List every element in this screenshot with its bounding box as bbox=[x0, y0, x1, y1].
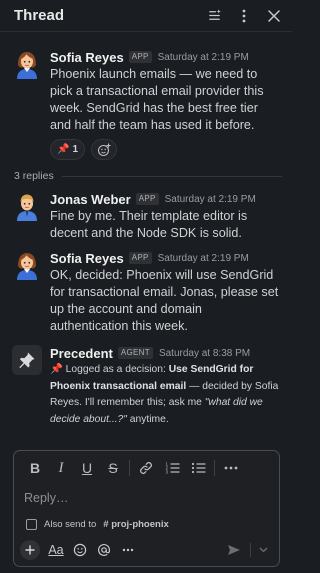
link-icon[interactable] bbox=[133, 456, 159, 480]
app-badge: APP bbox=[128, 252, 152, 264]
filter-icon[interactable] bbox=[206, 8, 222, 24]
message-text: Phoenix launch emails — we need to pick … bbox=[50, 67, 264, 132]
message-precedent: Precedent AGENT Saturday at 8:38 PM 📌 Lo… bbox=[12, 345, 282, 428]
woman-avatar-icon bbox=[17, 52, 37, 79]
emoji-icon[interactable] bbox=[68, 539, 92, 561]
timestamp[interactable]: Saturday at 2:19 PM bbox=[165, 194, 256, 205]
mention-icon[interactable] bbox=[92, 539, 116, 561]
message-jonas: Jonas Weber APP Saturday at 2:19 PM Fine… bbox=[12, 191, 282, 242]
italic-icon[interactable]: I bbox=[48, 456, 74, 480]
thread-title: Thread bbox=[14, 7, 65, 24]
decision-prefix: 📌 Logged as a decision: bbox=[50, 364, 169, 375]
avatar[interactable] bbox=[12, 345, 42, 375]
send-icon[interactable] bbox=[222, 539, 246, 561]
also-send-checkbox[interactable] bbox=[26, 519, 37, 530]
more-vertical-icon[interactable] bbox=[236, 8, 252, 24]
header-actions bbox=[206, 8, 282, 24]
underline-icon[interactable]: U bbox=[74, 456, 100, 480]
timestamp[interactable]: Saturday at 8:38 PM bbox=[159, 348, 250, 359]
reactions: 📌 1 bbox=[50, 139, 282, 160]
formatting-toolbar: B I U S 123 bbox=[14, 451, 279, 485]
add-reaction-button[interactable] bbox=[91, 139, 118, 160]
toolbar-divider bbox=[214, 460, 215, 476]
composer-actions: Aa bbox=[20, 538, 271, 562]
author-name[interactable]: Sofia Reyes bbox=[50, 251, 124, 266]
timestamp[interactable]: Saturday at 2:19 PM bbox=[158, 52, 249, 63]
author-name[interactable]: Jonas Weber bbox=[50, 192, 131, 207]
channel-name: # proj-phoenix bbox=[103, 519, 169, 530]
bulleted-list-icon[interactable] bbox=[185, 456, 211, 480]
app-badge: APP bbox=[128, 51, 152, 63]
chevron-down-icon[interactable] bbox=[255, 539, 271, 561]
pushpin-icon bbox=[19, 352, 35, 369]
more-horizontal-icon[interactable] bbox=[218, 456, 244, 480]
replies-divider: 3 replies bbox=[14, 170, 282, 182]
reaction-count: 1 bbox=[72, 144, 79, 155]
replies-count: 3 replies bbox=[14, 170, 54, 182]
message-sofia-1: Sofia Reyes APP Saturday at 2:19 PM Phoe… bbox=[12, 49, 282, 160]
strikethrough-icon[interactable]: S bbox=[100, 456, 126, 480]
message-sofia-2: Sofia Reyes APP Saturday at 2:19 PM OK, … bbox=[12, 250, 282, 335]
agent-badge: AGENT bbox=[117, 347, 153, 359]
avatar[interactable] bbox=[12, 49, 42, 79]
bold-icon[interactable]: B bbox=[22, 456, 48, 480]
timestamp[interactable]: Saturday at 2:19 PM bbox=[158, 253, 249, 264]
more-horizontal-icon[interactable] bbox=[116, 539, 140, 561]
ordered-list-icon[interactable]: 123 bbox=[159, 456, 185, 480]
app-badge: APP bbox=[135, 193, 159, 205]
reply-composer: B I U S 123 Also send to # proj-phoenix … bbox=[13, 450, 280, 567]
thread-header: Thread bbox=[0, 0, 292, 32]
close-icon[interactable] bbox=[266, 8, 282, 24]
avatar[interactable] bbox=[12, 250, 42, 280]
author-name[interactable]: Precedent bbox=[50, 346, 113, 361]
format-icon[interactable]: Aa bbox=[44, 539, 68, 561]
also-send-label: Also send to bbox=[44, 519, 97, 530]
also-send-option: Also send to # proj-phoenix bbox=[26, 519, 169, 530]
message-text: OK, decided: Phoenix will use SendGrid f… bbox=[50, 268, 279, 333]
reply-input[interactable] bbox=[24, 489, 244, 507]
add-emoji-icon bbox=[97, 143, 111, 156]
woman-avatar-icon bbox=[17, 253, 37, 280]
decision-suffix: anytime. bbox=[126, 413, 169, 425]
send-divider bbox=[250, 543, 251, 557]
message-text: 📌 Logged as a decision: Use SendGrid for… bbox=[50, 362, 282, 428]
reaction-pin[interactable]: 📌 1 bbox=[50, 139, 86, 160]
plus-icon[interactable] bbox=[20, 540, 40, 560]
avatar[interactable] bbox=[12, 191, 42, 221]
svg-text:3: 3 bbox=[165, 470, 168, 475]
pushpin-icon: 📌 bbox=[57, 144, 70, 155]
message-text: Fine by me. Their template editor is dec… bbox=[50, 209, 248, 240]
man-avatar-icon bbox=[17, 194, 37, 221]
toolbar-divider bbox=[129, 460, 130, 476]
divider-line bbox=[61, 175, 282, 177]
author-name[interactable]: Sofia Reyes bbox=[50, 50, 124, 65]
